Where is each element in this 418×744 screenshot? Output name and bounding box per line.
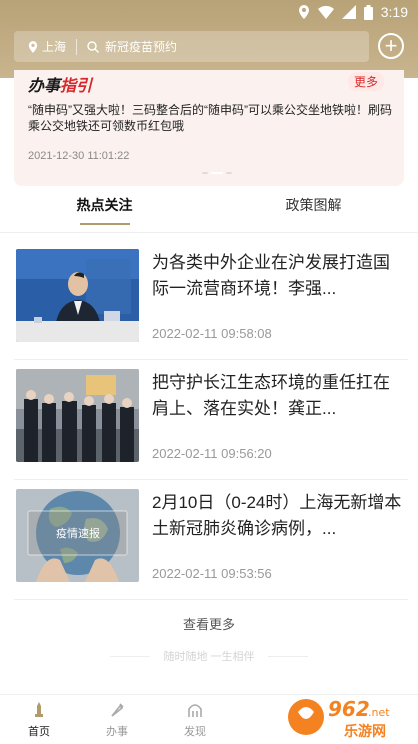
news-item[interactable]: 把守护长江生态环境的重任扛在肩上、落在实处！龚正... 2022-02-11 0… [0, 360, 418, 480]
news-thumbnail-globe: 疫情速报 [16, 489, 139, 582]
nav-label: 发现 [184, 725, 206, 738]
discover-icon [188, 703, 202, 717]
news-separator [14, 599, 408, 600]
nav-discover[interactable]: 发现 [156, 695, 234, 744]
search-divider [76, 38, 78, 55]
pager-dot [202, 172, 208, 174]
banner-brand: 办事指引 [28, 72, 92, 96]
wifi-icon [317, 5, 334, 19]
banner-brand-red: 指引 [60, 78, 93, 95]
tab-label: 政策图解 [285, 197, 342, 213]
news-thumbnail-inspection [16, 369, 139, 462]
news-thumbnail-meeting [16, 249, 139, 342]
add-button[interactable]: + [378, 33, 404, 59]
news-title: 把守护长江生态环境的重任扛在肩上、落在实处！龚正... [152, 373, 390, 418]
watermark-logo: 962 .net 乐游网 [284, 692, 412, 742]
search-input[interactable]: 新冠疫苗预约 [87, 38, 177, 55]
nav-home[interactable]: 首页 [0, 695, 78, 744]
tab-policy-graphics[interactable]: 政策图解 [209, 188, 418, 232]
news-item[interactable]: 疫情速报 2月10日（0-24时）上海无新增本土新冠肺炎确诊病例，... 202… [0, 480, 418, 600]
location-selector[interactable]: 上海 [14, 31, 66, 62]
banner-date: 2021-12-30 11:01:22 [28, 150, 130, 162]
search-placeholder: 新冠疫苗预约 [105, 40, 178, 54]
watermark-number: 962 [328, 697, 370, 721]
location-status-icon [298, 5, 309, 19]
content-tabs: 热点关注 政策图解 [0, 188, 418, 232]
news-time: 2022-02-11 09:56:20 [152, 446, 272, 461]
news-time: 2022-02-11 09:53:56 [152, 566, 272, 581]
news-title: 2月10日（0-24时）上海无新增本土新冠肺炎确诊病例，... [152, 493, 402, 538]
nav-label: 办事 [106, 725, 128, 738]
slogan-line-right [268, 656, 308, 657]
banner-text: “随申码”又强大啦！三码整合后的“随申码”可以乘公交坐地铁啦！刷码乘公交地铁还可… [28, 103, 392, 133]
slogan: 随时随地 一生相伴 [163, 651, 255, 663]
tab-label: 热点关注 [76, 197, 133, 213]
banner-pager [202, 172, 232, 174]
signal-icon [341, 5, 356, 19]
status-time: 3:19 [380, 4, 408, 20]
pager-dot [226, 172, 232, 174]
news-list: 为各类中外企业在沪发展打造国际一流营商环境！李强... 2022-02-11 0… [0, 240, 418, 600]
news-time: 2022-02-11 09:58:08 [152, 326, 272, 341]
tab-active-indicator [79, 223, 130, 225]
watermark-domain: .net [368, 706, 390, 719]
location-pin-icon [28, 40, 38, 53]
home-icon [35, 701, 43, 717]
search-icon [87, 40, 100, 53]
nav-label: 首页 [28, 725, 50, 738]
news-title: 为各类中外企业在沪发展打造国际一流营商环境！李强... [152, 253, 390, 298]
status-bar: 3:19 [0, 0, 418, 24]
tab-hot-topics[interactable]: 热点关注 [0, 188, 209, 232]
view-more-link[interactable]: 查看更多 [0, 614, 418, 633]
banner-more-link[interactable]: 更多 [347, 72, 384, 91]
pager-dot-active [211, 172, 223, 174]
thumb-label: 疫情速报 [56, 526, 100, 540]
banner-brand-black: 办事 [28, 78, 61, 95]
battery-icon [363, 4, 373, 20]
service-icon [111, 702, 124, 717]
news-item[interactable]: 为各类中外企业在沪发展打造国际一流营商环境！李强... 2022-02-11 0… [0, 240, 418, 360]
tabs-divider [0, 232, 418, 233]
guide-banner[interactable]: 办事指引 更多 “随申码”又强大啦！三码整合后的“随申码”可以乘公交坐地铁啦！刷… [14, 70, 404, 186]
nav-service[interactable]: 办事 [78, 695, 156, 744]
plus-icon: + [384, 33, 398, 58]
watermark-text: 乐游网 [344, 723, 386, 740]
location-label: 上海 [42, 40, 67, 54]
search-bar[interactable]: 上海 新冠疫苗预约 [14, 31, 369, 62]
